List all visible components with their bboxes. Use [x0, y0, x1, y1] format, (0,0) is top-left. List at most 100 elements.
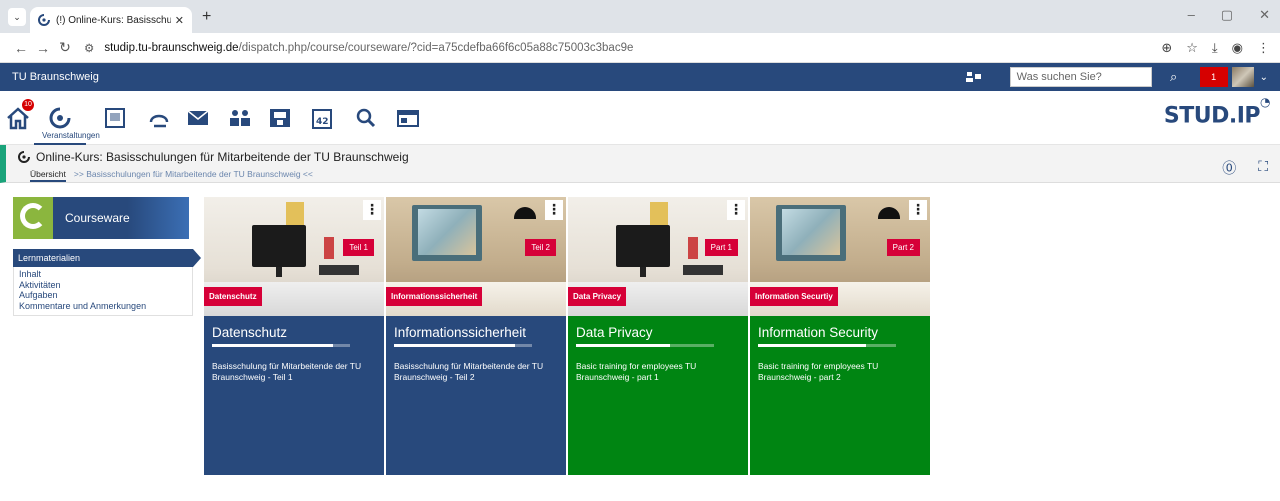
- course-title-text: Online-Kurs: Basisschulungen für Mitarbe…: [36, 150, 409, 164]
- card-part-badge: Teil 1: [343, 239, 374, 256]
- studip-top-bar: TU Braunschweig Was suchen Sie? ⌕ 1 ⌄: [0, 63, 1280, 91]
- card-tag: Information Securtiy: [750, 287, 838, 306]
- url-field[interactable]: ⚙ studip.tu-braunschweig.de/dispatch.php…: [84, 37, 1161, 59]
- card-title: Information Security: [758, 325, 879, 340]
- sidebar-item-kommentare[interactable]: Kommentare und Anmerkungen: [19, 301, 187, 312]
- card-description: Basisschulung für Mitarbeitende der TU B…: [212, 361, 362, 382]
- card-image: Teil 2 Informationssicherheit ⋮: [386, 197, 566, 316]
- breadcrumb[interactable]: >> Basisschulungen für Mitarbeitende der…: [74, 169, 313, 182]
- card-progress-bar: [758, 344, 896, 347]
- browser-tab-title: (!) Online-Kurs: Basisschulunge: [56, 14, 171, 26]
- profile-icon[interactable]: [266, 105, 294, 131]
- studip-favicon-icon: [38, 14, 50, 26]
- reload-icon[interactable]: ↻: [54, 39, 76, 56]
- help-icon[interactable]: ⓪: [1222, 158, 1236, 178]
- logo-text: STUD.IP: [1163, 103, 1261, 129]
- bookmark-star-icon[interactable]: ☆: [1186, 40, 1198, 56]
- search-icon[interactable]: ⌕: [1160, 69, 1188, 85]
- avatar[interactable]: [1231, 67, 1254, 87]
- card-body: Datenschutz Basisschulung für Mitarbeite…: [204, 316, 384, 475]
- tab-close-icon[interactable]: ✕: [175, 14, 184, 27]
- card-menu-icon[interactable]: ⋮: [545, 200, 563, 220]
- card-body: Data Privacy Basic training for employee…: [568, 316, 748, 475]
- card-menu-icon[interactable]: ⋮: [363, 200, 381, 220]
- tools-icon[interactable]: [394, 105, 422, 131]
- site-settings-icon[interactable]: ⚙: [84, 41, 94, 55]
- university-name[interactable]: TU Braunschweig: [12, 71, 966, 83]
- zoom-icon[interactable]: ⊕: [1161, 40, 1172, 56]
- browser-tab[interactable]: (!) Online-Kurs: Basisschulunge ✕: [30, 7, 192, 33]
- new-tab-icon[interactable]: +: [202, 8, 211, 26]
- tab-list-chevron-icon[interactable]: ⌄: [8, 8, 26, 26]
- fullscreen-icon[interactable]: ⛶: [1258, 158, 1268, 178]
- calendar-icon[interactable]: 42: [308, 105, 336, 131]
- sidebar-links: Inhalt Aktivitäten Aufgaben Kommentare u…: [13, 267, 193, 316]
- community-icon[interactable]: [145, 105, 173, 131]
- search-input[interactable]: Was suchen Sie?: [1009, 67, 1152, 87]
- workplace-icon[interactable]: [101, 105, 129, 131]
- sidebar-item-aktivitaeten[interactable]: Aktivitäten: [19, 280, 187, 291]
- card-title: Informationssicherheit: [394, 325, 527, 340]
- notification-badge[interactable]: 1: [1199, 67, 1228, 87]
- back-icon[interactable]: ←: [10, 40, 32, 56]
- courseware-header: Courseware: [13, 197, 189, 239]
- browser-menu-icon[interactable]: ⋮: [1257, 40, 1270, 56]
- courseware-title: Courseware: [65, 211, 130, 225]
- course-card[interactable]: Teil 2 Informationssicherheit ⋮ Informat…: [386, 197, 566, 475]
- context-actions: ⓪ ⛶: [1222, 158, 1268, 178]
- card-image: Teil 1 Datenschutz ⋮: [204, 197, 384, 316]
- card-body: Information Security Basic training for …: [750, 316, 930, 475]
- course-card[interactable]: Part 1 Data Privacy ⋮ Data Privacy Basic…: [568, 197, 748, 475]
- card-image: Part 2 Information Securtiy ⋮: [750, 197, 930, 316]
- card-title: Data Privacy: [576, 325, 653, 340]
- card-tag: Data Privacy: [568, 287, 627, 306]
- download-icon[interactable]: ⤓: [1212, 40, 1218, 56]
- course-icon: [18, 151, 30, 163]
- tab-overview[interactable]: Übersicht: [30, 169, 66, 182]
- course-tabs: Übersicht >> Basisschulungen für Mitarbe…: [30, 169, 313, 182]
- chevron-down-icon[interactable]: ⌄: [1260, 72, 1268, 83]
- search-nav-icon[interactable]: [352, 105, 380, 131]
- sidebar-item-lernmaterialien[interactable]: Lernmaterialien: [13, 249, 201, 267]
- card-progress-bar: [576, 344, 714, 347]
- browser-tab-bar: ⌄ (!) Online-Kurs: Basisschulunge ✕ + – …: [0, 0, 1280, 33]
- close-window-icon[interactable]: ✕: [1259, 7, 1270, 23]
- course-title: Online-Kurs: Basisschulungen für Mitarbe…: [18, 150, 409, 164]
- main-navigation: 10 Veranstaltungen 42 STUD.IP◔: [0, 91, 1280, 145]
- home-notification-badge: 10: [22, 99, 34, 111]
- courses-icon[interactable]: [46, 105, 74, 131]
- card-tag: Datenschutz: [204, 287, 262, 306]
- people-icon[interactable]: [226, 105, 254, 131]
- window-controls: – ▢ ✕: [1188, 7, 1270, 23]
- card-part-badge: Teil 2: [525, 239, 556, 256]
- card-part-badge: Part 1: [704, 239, 738, 256]
- courseware-logo-icon: [13, 197, 53, 239]
- restore-icon[interactable]: ▢: [1221, 7, 1233, 23]
- card-progress-bar: [212, 344, 350, 347]
- studip-logo[interactable]: STUD.IP◔: [1163, 95, 1271, 129]
- nav-active-label: Veranstaltungen: [42, 131, 100, 140]
- minimize-icon[interactable]: –: [1188, 7, 1195, 23]
- address-bar: ← → ↻ ⚙ studip.tu-braunschweig.de/dispat…: [0, 33, 1280, 63]
- url-path: /dispatch.php/course/courseware/?cid=a75…: [238, 41, 634, 54]
- card-menu-icon[interactable]: ⋮: [909, 200, 927, 220]
- card-tag: Informationssicherheit: [386, 287, 483, 306]
- course-context-bar: Online-Kurs: Basisschulungen für Mitarbe…: [0, 145, 1280, 183]
- contacts-icon[interactable]: [965, 71, 982, 83]
- messages-icon[interactable]: [184, 105, 212, 131]
- card-title: Datenschutz: [212, 325, 288, 340]
- card-progress-bar: [394, 344, 532, 347]
- sidebar-item-inhalt[interactable]: Inhalt: [19, 269, 187, 280]
- course-card[interactable]: Teil 1 Datenschutz ⋮ Datenschutz Basissc…: [204, 197, 384, 475]
- sidebar: Courseware Lernmaterialien Inhalt Aktivi…: [13, 197, 201, 316]
- forward-icon[interactable]: →: [32, 40, 54, 56]
- card-part-badge: Part 2: [886, 239, 920, 256]
- profile-icon[interactable]: ◉: [1232, 40, 1243, 56]
- card-image: Part 1 Data Privacy ⋮: [568, 197, 748, 316]
- course-card[interactable]: Part 2 Information Securtiy ⋮ Informatio…: [750, 197, 930, 475]
- svg-text:42: 42: [316, 117, 329, 127]
- sidebar-item-aufgaben[interactable]: Aufgaben: [19, 290, 187, 301]
- card-body: Informationssicherheit Basisschulung für…: [386, 316, 566, 475]
- card-description: Basic training for employees TU Braunsch…: [576, 361, 697, 382]
- card-menu-icon[interactable]: ⋮: [727, 200, 745, 220]
